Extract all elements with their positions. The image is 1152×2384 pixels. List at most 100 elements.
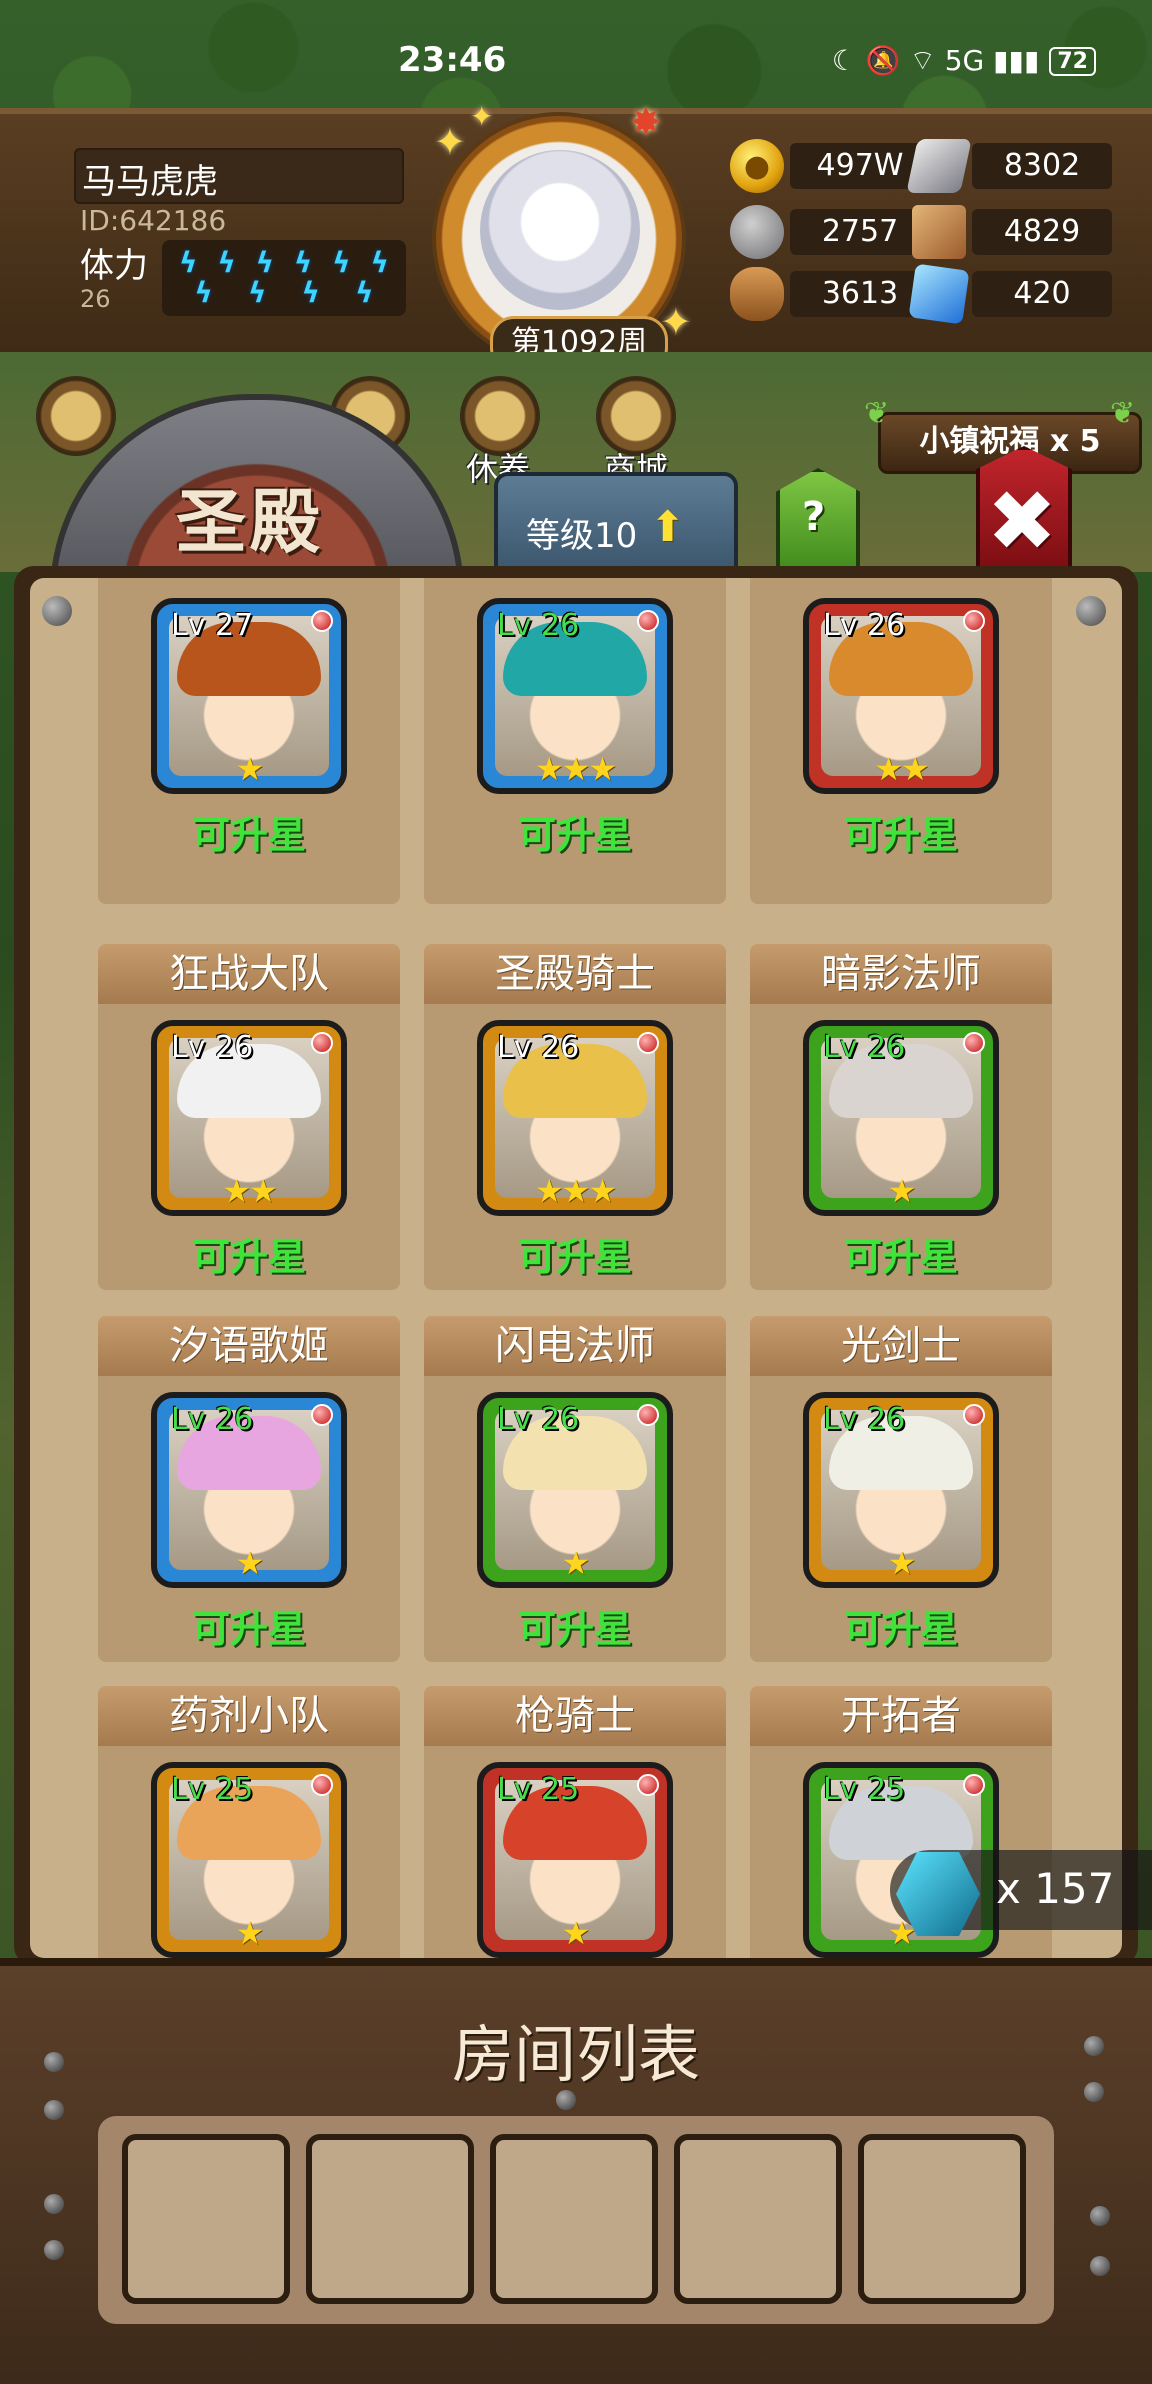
hero-portrait[interactable]: Lv 25 ★ [477,1762,673,1958]
resource-wood[interactable]: 3613 [730,267,930,321]
hero-card[interactable]: 汐语歌姬 Lv 26 ★ 可升星 [98,1316,400,1662]
hero-level: Lv 26 [823,1030,906,1065]
resource-crystal[interactable]: 420 [908,263,1112,325]
hero-card[interactable]: 暗影法师 Lv 26 ★ 可升星 [750,944,1052,1290]
hero-name: 圣殿骑士 [424,944,726,1004]
star-upgrade-label[interactable]: 可升星 [98,1226,400,1281]
hero-card[interactable]: 光剑士 Lv 26 ★ 可升星 [750,1316,1052,1662]
gold-coin-icon: ● [730,139,784,193]
close-icon[interactable]: ✖ [982,472,1062,570]
hero-name: 暗影法师 [750,944,1052,1004]
hero-level: Lv 26 [497,1030,580,1065]
star-upgrade-label[interactable]: 可升星 [750,1226,1052,1281]
hero-card[interactable]: 闪电法师 Lv 26 ★ 可升星 [424,1316,726,1662]
sparkle-icon: ✦ [434,120,466,164]
rivet [44,2052,64,2072]
hero-portrait[interactable]: Lv 26 ★ [151,1392,347,1588]
hero-portrait[interactable]: Lv 26 ★★ [803,598,999,794]
status-time: 23:46 [398,40,507,80]
hero-grid[interactable]: Lv 27 ★ 可升星 Lv 26 ★★★ 可升星 Lv 26 ★★ 可升星 狂战大队 Lv 26 ★… [30,578,1122,1958]
hero-level: Lv 26 [171,1402,254,1437]
rivet [1084,2082,1104,2102]
crystal-amount: 420 [972,271,1112,317]
iron-amount: 8302 [972,143,1112,189]
hero-card[interactable]: 圣殿骑士 Lv 26 ★★★ 可升星 [424,944,726,1290]
room-slot[interactable] [858,2134,1026,2304]
rivet [44,2100,64,2120]
hero-card[interactable]: Lv 27 ★ 可升星 [98,578,400,904]
rivet [556,2090,576,2110]
status-icon-strip: ☾ 🔕 ⌔ 5G ▮▮▮ [831,44,1040,77]
stamina-bolt-icon: ϟ [255,246,275,279]
hero-card[interactable]: Lv 26 ★★★ 可升星 [424,578,726,904]
notification-dot-icon [637,1032,659,1054]
rivet [44,2194,64,2214]
hero-level: Lv 26 [497,1402,580,1437]
stamina-value: 26 [80,285,111,313]
notification-dot-icon [963,1774,985,1796]
rivet [1076,596,1106,626]
hero-stars: ★ [887,1914,917,1952]
hero-stars: ★ [235,1544,265,1582]
stamina-bolt-icon: ϟ [301,276,321,309]
rivet [44,2240,64,2260]
star-upgrade-label[interactable]: 可升星 [424,1598,726,1653]
notification-dot-icon [637,610,659,632]
hero-stars: ★ [235,750,265,788]
hero-stars: ★ [887,1172,917,1210]
star-upgrade-label[interactable]: 可升星 [98,804,400,859]
hero-card[interactable]: 狂战大队 Lv 26 ★★ 可升星 [98,944,400,1290]
hero-level: Lv 26 [823,608,906,643]
rivet [1084,2036,1104,2056]
notification-dot-icon [311,1032,333,1054]
hero-name: 光剑士 [750,1316,1052,1376]
hero-portrait[interactable]: Lv 26 ★ [803,1020,999,1216]
room-slot[interactable] [122,2134,290,2304]
player-id: ID:642186 [80,204,227,237]
resource-map[interactable]: 4829 [912,205,1112,259]
resource-gold[interactable]: ● 497W [730,139,930,193]
status-bar: 23:46 ☾ 🔕 ⌔ 5G ▮▮▮ 72 [0,40,1152,90]
notification-dot-icon [637,1774,659,1796]
hero-level: Lv 25 [497,1772,580,1807]
status-icons: ☾ 🔕 ⌔ 5G ▮▮▮ 72 [832,44,1096,79]
star-upgrade-label[interactable]: 可升星 [424,1226,726,1281]
upgrade-arrow-icon[interactable]: ⬆ [650,502,685,551]
hero-card[interactable]: Lv 26 ★★ 可升星 [750,578,1052,904]
star-upgrade-label[interactable]: 可升星 [424,804,726,859]
hero-card[interactable]: 药剂小队 Lv 25 ★ [98,1686,400,1958]
star-upgrade-label[interactable]: 可升星 [750,804,1052,859]
crystal-icon [908,263,970,325]
notification-dot-icon [963,1404,985,1426]
building-level[interactable]: 等级10 [526,508,637,557]
hero-portrait[interactable]: Lv 26 ★ [477,1392,673,1588]
help-button[interactable]: ? [802,494,825,540]
hero-portrait[interactable]: Lv 26 ★★ [151,1020,347,1216]
hero-name: 闪电法师 [424,1316,726,1376]
star-upgrade-label[interactable]: 可升星 [750,1598,1052,1653]
notification-dot-icon [311,1404,333,1426]
resource-iron[interactable]: 8302 [906,139,1112,193]
resource-stone[interactable]: 2757 [730,205,930,259]
room-slot[interactable] [674,2134,842,2304]
hero-stars: ★ [561,1914,591,1952]
hero-portrait[interactable]: Lv 25 ★ [151,1762,347,1958]
star-upgrade-label[interactable]: 可升星 [98,1598,400,1653]
hero-stars: ★★ [874,750,929,788]
wheel-icon[interactable] [36,376,116,456]
hero-level: Lv 27 [171,608,254,643]
rivet [1090,2256,1110,2276]
stamina-bolt-icon: ϟ [355,276,374,309]
hero-card[interactable]: 枪骑士 Lv 25 ★ [424,1686,726,1958]
stamina-bar: ϟϟϟϟϟϟϟϟϟϟ [162,240,406,316]
hero-portrait[interactable]: Lv 26 ★★★ [477,1020,673,1216]
hero-portrait[interactable]: Lv 26 ★ [803,1392,999,1588]
hero-stars: ★★ [222,1172,277,1210]
avatar[interactable] [480,150,640,310]
hero-portrait[interactable]: Lv 26 ★★★ [477,598,673,794]
player-name[interactable]: 马马虎虎 [82,154,218,203]
hero-portrait[interactable]: Lv 27 ★ [151,598,347,794]
hero-name: 枪骑士 [424,1686,726,1746]
room-slot[interactable] [306,2134,474,2304]
room-slot[interactable] [490,2134,658,2304]
